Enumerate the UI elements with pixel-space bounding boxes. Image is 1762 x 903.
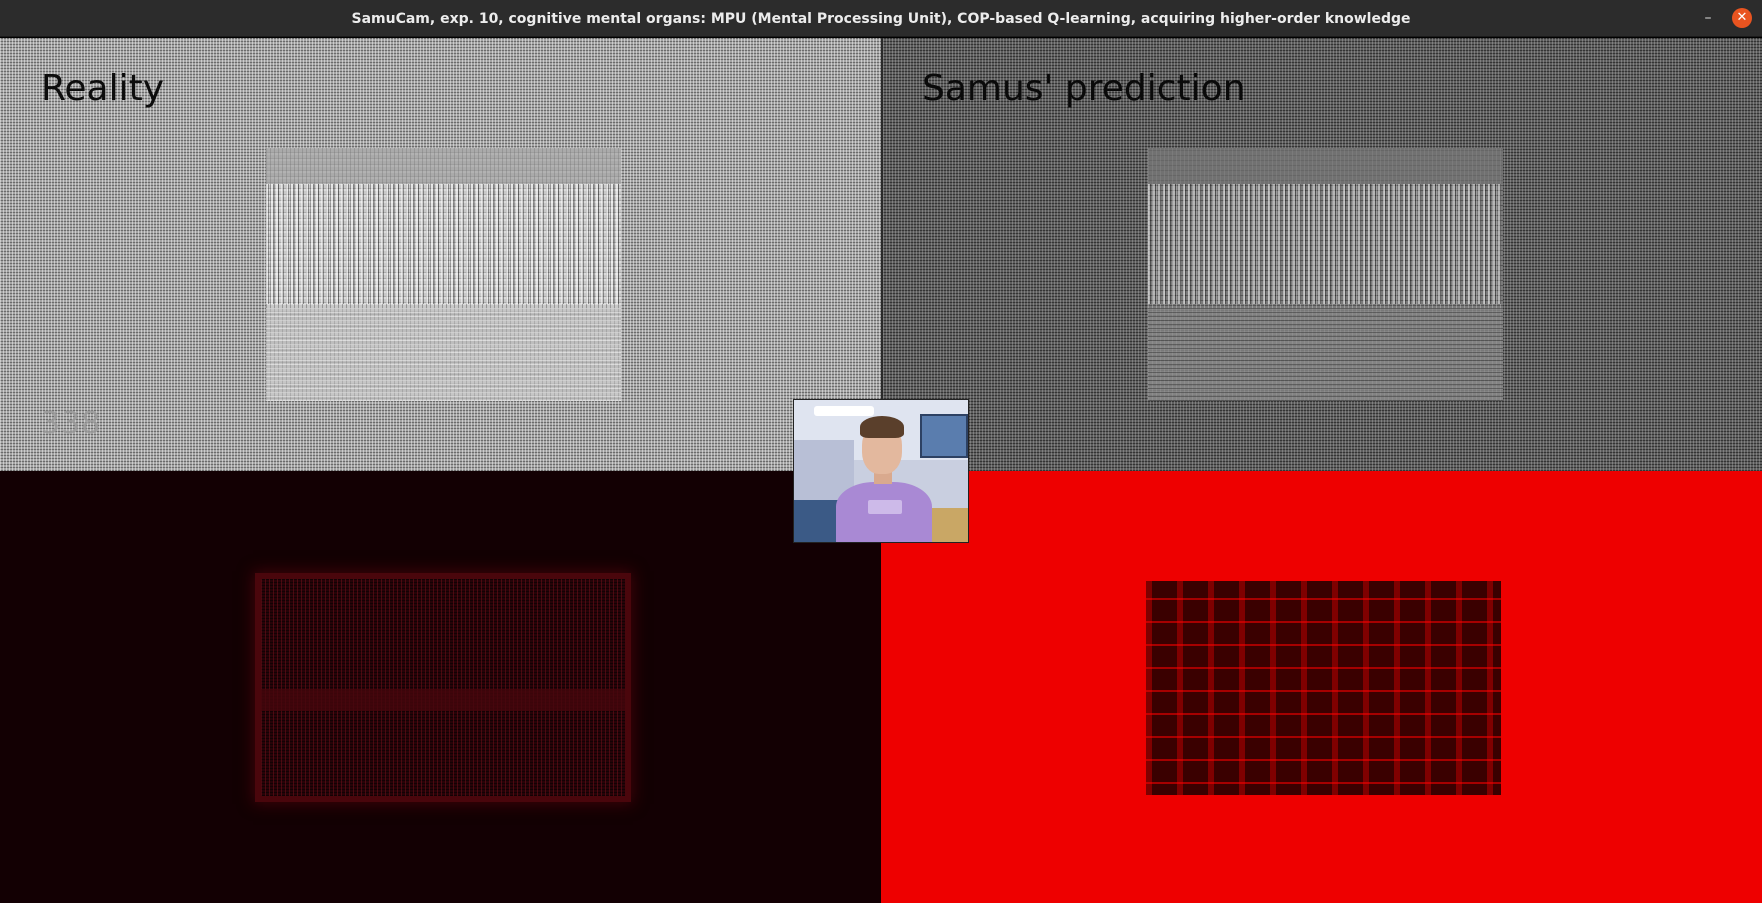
minimize-icon[interactable]: –	[1697, 7, 1719, 29]
prediction-label: Samus' prediction	[922, 68, 1246, 109]
error-patch-band	[261, 689, 625, 711]
webcam-ceiling-light	[814, 406, 874, 416]
window-titlebar[interactable]: SamuCam, exp. 10, cognitive mental organ…	[0, 0, 1762, 37]
webcam-preview	[793, 399, 969, 543]
binary-sensor-patch	[1146, 581, 1501, 795]
webcam-shirt-print	[868, 500, 902, 514]
reality-sensor-patch	[266, 148, 621, 401]
prediction-patch-top-band	[1148, 148, 1503, 184]
webcam-counter	[926, 508, 968, 542]
webcam-cabinet	[920, 414, 968, 458]
reality-panel: Reality 338	[0, 38, 881, 471]
error-sensor-patch	[261, 579, 625, 796]
binary-panel	[881, 471, 1762, 903]
error-panel	[0, 471, 881, 903]
frame-counter: 338	[41, 406, 102, 441]
close-icon[interactable]: ✕	[1732, 8, 1752, 28]
prediction-patch-mid-band	[1148, 184, 1503, 304]
reality-label: Reality	[41, 68, 165, 109]
webcam-person-hair	[860, 416, 904, 438]
prediction-panel: Samus' prediction	[881, 38, 1762, 471]
window-title: SamuCam, exp. 10, cognitive mental organ…	[351, 11, 1411, 27]
reality-patch-top-band	[266, 148, 621, 184]
prediction-patch-low-band	[1148, 308, 1503, 401]
prediction-sensor-patch	[1148, 148, 1503, 401]
reality-patch-low-band	[266, 308, 621, 401]
reality-patch-mid-band	[266, 184, 621, 304]
